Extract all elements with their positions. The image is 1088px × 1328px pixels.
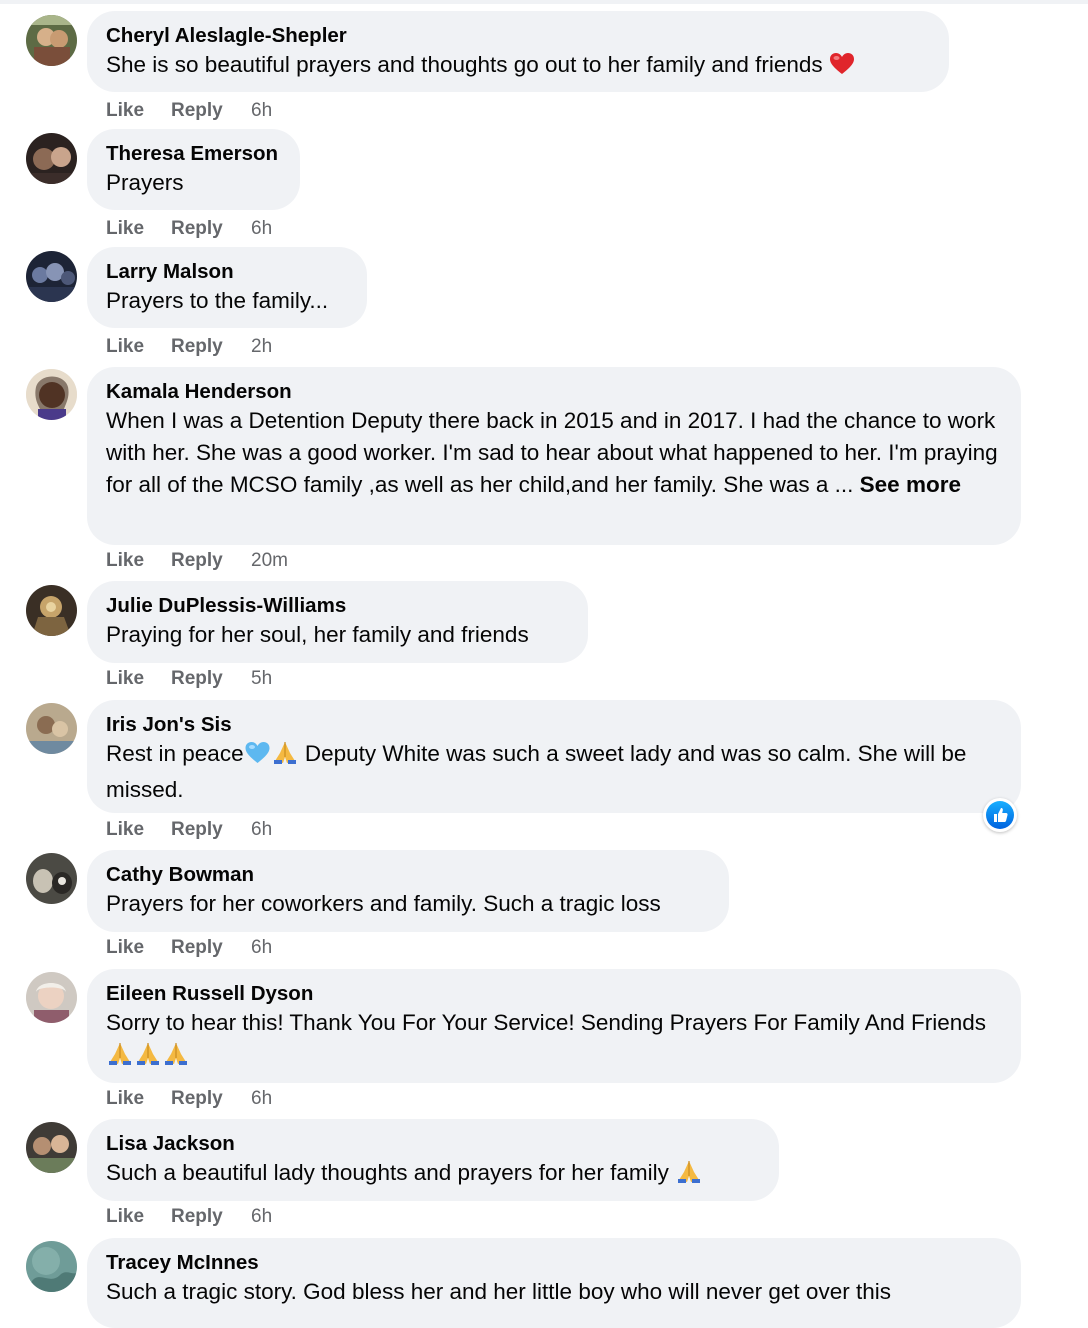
like-button[interactable]: Like — [106, 335, 171, 359]
blue-heart-icon — [244, 741, 271, 774]
comment-timestamp[interactable]: 6h — [251, 218, 272, 239]
comment-bubble: Julie DuPlessis-Williams Praying for her… — [87, 581, 588, 663]
comment-actions: Like Reply 2h — [106, 335, 272, 359]
top-divider — [0, 0, 1088, 4]
comment-author[interactable]: Cathy Bowman — [106, 862, 709, 888]
comment-bubble: Eileen Russell Dyson Sorry to hear this!… — [87, 969, 1021, 1083]
comment-timestamp[interactable]: 6h — [251, 100, 272, 121]
folded-hands-icon — [162, 1040, 190, 1075]
comment-bubble: Cheryl Aleslagle-Shepler She is so beaut… — [87, 11, 949, 92]
comment-bubble: Lisa Jackson Such a beautiful lady thoug… — [87, 1119, 779, 1201]
comment-body: She is so beautiful prayers and thoughts… — [106, 52, 823, 77]
avatar[interactable] — [26, 1241, 77, 1292]
comment-text: Prayers — [106, 170, 184, 195]
folded-hands-icon — [106, 1040, 134, 1075]
comment-bubble: Kamala Henderson When I was a Detention … — [87, 367, 1021, 545]
avatar[interactable] — [26, 369, 77, 420]
comment-text: Sorry to hear this! Thank You For Your S… — [106, 1007, 1001, 1075]
comment-text: She is so beautiful prayers and thoughts… — [106, 49, 929, 85]
like-reaction-icon[interactable] — [983, 798, 1017, 832]
see-more-link[interactable]: See more — [860, 472, 961, 497]
avatar[interactable] — [26, 1122, 77, 1173]
folded-hands-icon — [134, 1040, 162, 1075]
comment-text: Prayers for her coworkers and family. Su… — [106, 891, 661, 916]
comment-text: Such a beautiful lady thoughts and praye… — [106, 1157, 759, 1193]
comment-author[interactable]: Tracey McInnes — [106, 1250, 1001, 1276]
comment-timestamp[interactable]: 5h — [251, 668, 272, 689]
comment-timestamp[interactable]: 20m — [251, 550, 288, 571]
comment-bubble: Cathy Bowman Prayers for her coworkers a… — [87, 850, 729, 932]
comment-actions: Like Reply 6h — [106, 936, 272, 960]
avatar[interactable] — [26, 133, 77, 184]
comment-timestamp[interactable]: 6h — [251, 819, 272, 840]
comment-text: When I was a Detention Deputy there back… — [106, 405, 1001, 501]
comment-author[interactable]: Julie DuPlessis-Williams — [106, 593, 568, 619]
avatar[interactable] — [26, 853, 77, 904]
comment-timestamp[interactable]: 6h — [251, 937, 272, 958]
folded-hands-icon — [675, 1158, 703, 1193]
like-button[interactable]: Like — [106, 549, 171, 573]
avatar[interactable] — [26, 251, 77, 302]
comment-actions: Like Reply 6h — [106, 1087, 272, 1111]
comment-text: Rest in peace Deputy White was such a sw… — [106, 738, 1001, 806]
comment-author[interactable]: Kamala Henderson — [106, 379, 1001, 405]
like-button[interactable]: Like — [106, 1205, 171, 1229]
comment-body: Sorry to hear this! Thank You For Your S… — [106, 1010, 987, 1035]
reply-button[interactable]: Reply — [171, 667, 251, 691]
reply-button[interactable]: Reply — [171, 549, 251, 573]
like-button[interactable]: Like — [106, 936, 171, 960]
reply-button[interactable]: Reply — [171, 818, 251, 842]
like-button[interactable]: Like — [106, 667, 171, 691]
comment-actions: Like Reply 6h — [106, 99, 272, 123]
reply-button[interactable]: Reply — [171, 936, 251, 960]
comment-body: Such a beautiful lady thoughts and praye… — [106, 1160, 669, 1185]
comment-actions: Like Reply 6h — [106, 818, 272, 842]
comment-timestamp[interactable]: 2h — [251, 336, 272, 357]
comment-bubble: Theresa Emerson Prayers — [87, 129, 300, 210]
comment-text: Praying for her soul, her family and fri… — [106, 622, 529, 647]
reply-button[interactable]: Reply — [171, 99, 251, 123]
comment-text: Such a tragic story. God bless her and h… — [106, 1279, 891, 1304]
comment-bubble: Larry Malson Prayers to the family... — [87, 247, 367, 328]
comment-timestamp[interactable]: 6h — [251, 1206, 272, 1227]
comment-bubble: Tracey McInnes Such a tragic story. God … — [87, 1238, 1021, 1328]
comment-actions: Like Reply 6h — [106, 1205, 272, 1229]
comment-timestamp[interactable]: 6h — [251, 1088, 272, 1109]
avatar[interactable] — [26, 15, 77, 66]
comment-body: Rest in peace — [106, 741, 244, 766]
comment-author[interactable]: Theresa Emerson — [106, 141, 280, 167]
reply-button[interactable]: Reply — [171, 217, 251, 241]
reply-button[interactable]: Reply — [171, 1087, 251, 1111]
like-button[interactable]: Like — [106, 818, 171, 842]
like-button[interactable]: Like — [106, 99, 171, 123]
like-button[interactable]: Like — [106, 1087, 171, 1111]
comment-author[interactable]: Cheryl Aleslagle-Shepler — [106, 23, 929, 49]
comment-author[interactable]: Eileen Russell Dyson — [106, 981, 1001, 1007]
comment-actions: Like Reply 20m — [106, 549, 288, 573]
reply-button[interactable]: Reply — [171, 1205, 251, 1229]
red-heart-icon — [829, 52, 855, 85]
comment-actions: Like Reply 5h — [106, 667, 272, 691]
avatar[interactable] — [26, 585, 77, 636]
comment-bubble: Iris Jon's Sis Rest in peace Deputy Whit… — [87, 700, 1021, 813]
avatar[interactable] — [26, 703, 77, 754]
like-button[interactable]: Like — [106, 217, 171, 241]
comment-author[interactable]: Larry Malson — [106, 259, 347, 285]
folded-hands-icon — [271, 739, 299, 774]
reply-button[interactable]: Reply — [171, 335, 251, 359]
comment-actions: Like Reply 6h — [106, 217, 272, 241]
avatar[interactable] — [26, 972, 77, 1023]
comment-author[interactable]: Lisa Jackson — [106, 1131, 759, 1157]
comment-text: Prayers to the family... — [106, 288, 329, 313]
comment-author[interactable]: Iris Jon's Sis — [106, 712, 1001, 738]
